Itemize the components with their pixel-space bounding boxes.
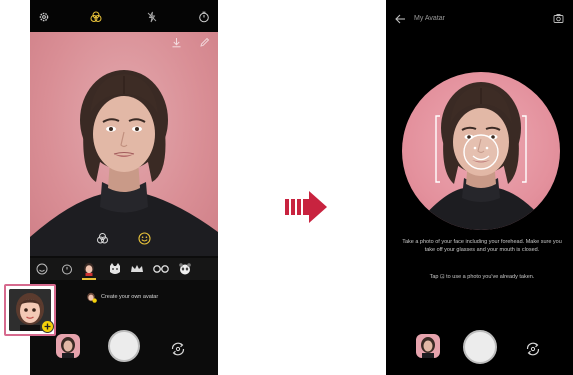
portrait-thumbnail-icon — [421, 337, 435, 358]
create-avatar-icon — [87, 292, 97, 303]
mode-toggle-row — [30, 228, 218, 250]
capture-shutter-button[interactable] — [463, 330, 497, 364]
my-avatar-screen: My Avatar Take a photo of your face incl… — [386, 0, 573, 375]
create-avatar-label: Create your own avatar — [101, 294, 159, 300]
filter-mode-icon[interactable] — [96, 232, 109, 245]
capture-bottom-controls — [386, 322, 573, 375]
transition-arrow-icon — [285, 191, 327, 223]
sticker-emoji-icon[interactable] — [35, 262, 49, 276]
selected-sticker-indicator — [82, 278, 96, 280]
shutter-button[interactable] — [108, 330, 140, 362]
portrait-thumbnail-icon — [61, 337, 75, 358]
cat-sticker-icon[interactable] — [108, 262, 122, 276]
back-arrow-icon[interactable] — [394, 13, 406, 25]
sticker-strip — [30, 258, 218, 280]
sticker-mode-smiley-icon[interactable] — [138, 232, 151, 245]
camera-screen: Create your own avatar — [30, 0, 218, 375]
flash-off-icon[interactable] — [146, 11, 158, 23]
crown-sticker-icon[interactable] — [130, 262, 144, 276]
create-avatar-row[interactable]: Create your own avatar — [30, 288, 218, 308]
avatar-callout-card[interactable] — [4, 284, 56, 336]
camera-preview[interactable] — [30, 32, 218, 256]
camera-top-bar — [30, 0, 218, 32]
avatar-sticker-icon[interactable] — [82, 262, 96, 276]
face-capture-circle[interactable] — [402, 72, 560, 230]
woman-portrait-photo — [30, 70, 218, 256]
page-title: My Avatar — [414, 15, 445, 22]
timer-sticker-icon[interactable] — [60, 262, 74, 276]
settings-gear-icon[interactable] — [38, 11, 50, 23]
my-avatar-header: My Avatar — [386, 0, 573, 38]
face-capture-preview — [412, 82, 552, 230]
gallery-thumbnail[interactable] — [56, 334, 80, 358]
filter-effects-icon[interactable] — [90, 11, 102, 23]
settings-icon[interactable] — [553, 13, 564, 24]
camera-bottom-controls — [30, 322, 218, 375]
switch-camera-icon[interactable] — [169, 340, 187, 358]
gallery-thumbnail-right[interactable] — [416, 334, 440, 358]
glasses-sticker-icon[interactable] — [152, 262, 170, 276]
timer-icon[interactable] — [198, 11, 210, 23]
panda-sticker-icon[interactable] — [178, 262, 192, 276]
switch-camera-icon[interactable] — [524, 340, 542, 358]
capture-instruction-text: Take a photo of your face including your… — [402, 239, 562, 253]
add-avatar-plus-icon[interactable] — [41, 320, 54, 333]
gallery-instruction-text: Tap ⊡ to use a photo you've already take… — [429, 274, 535, 280]
